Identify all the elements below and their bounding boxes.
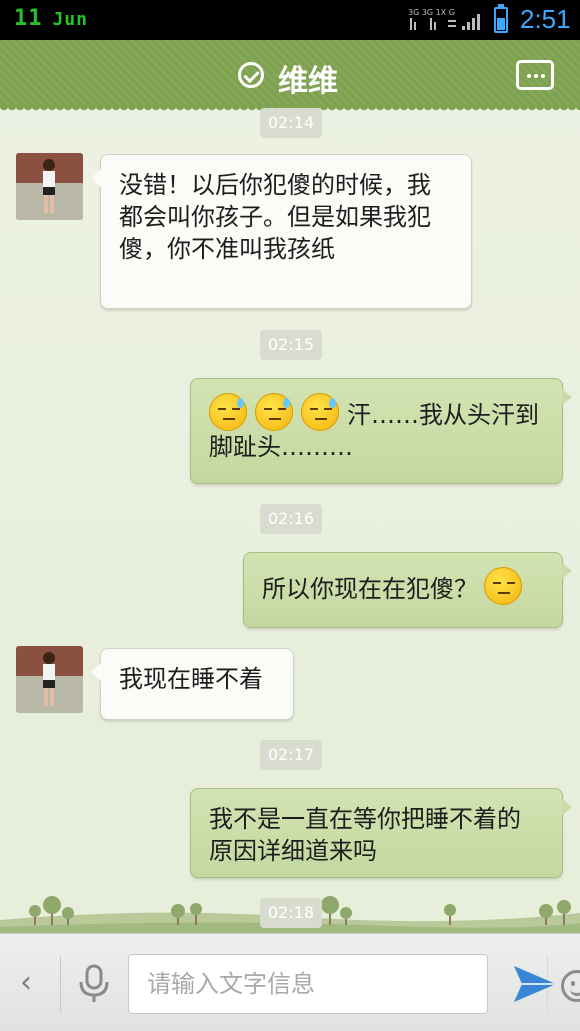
timestamp: 02:14 [260, 108, 323, 138]
microphone-icon[interactable] [78, 964, 110, 1004]
chat-screen: 11 Jun 3G 3G 1X G 2:51 维维 02:14 没错！以后你犯傻的… [0, 0, 580, 1031]
status-date: 11 Jun [14, 6, 89, 31]
contact-avatar[interactable] [16, 153, 83, 220]
timestamp: 02:16 [260, 504, 323, 534]
sweat-emoji-icon [301, 393, 339, 431]
message-text: 我现在睡不着 [119, 665, 263, 693]
message-field [128, 954, 580, 1014]
outgoing-message[interactable]: 汗……我从头汗到脚趾头……… [190, 378, 572, 484]
verified-check-icon [238, 62, 264, 88]
message-text: 我不是一直在等你把睡不着的原因详细道来吗 [209, 805, 521, 865]
chat-header: 维维 [0, 40, 580, 112]
battery-icon [494, 4, 508, 33]
sweat-emoji-icon [255, 393, 293, 431]
message-input-bar: ‹ [0, 933, 580, 1031]
network-signal-icon: 3G 3G 1X G [408, 8, 480, 30]
timestamp: 02:15 [260, 330, 323, 360]
giggle-emoji-icon [484, 567, 522, 605]
status-bar: 11 Jun 3G 3G 1X G 2:51 [0, 0, 580, 40]
more-options-button[interactable] [516, 60, 554, 90]
incoming-message[interactable]: 我现在睡不着 [91, 648, 294, 720]
divider [60, 956, 61, 1012]
send-button[interactable] [512, 962, 558, 1006]
timestamp: 02:17 [260, 740, 323, 770]
message-text: 所以你现在在犯傻？ [262, 575, 478, 603]
timestamp: 02:18 [260, 898, 323, 928]
contact-avatar[interactable] [16, 646, 83, 713]
contact-name: 维维 [278, 64, 338, 99]
svg-text:3G 3G 1X G: 3G 3G 1X G [408, 8, 455, 17]
outgoing-message[interactable]: 所以你现在在犯傻？ [243, 552, 572, 628]
status-time: 2:51 [520, 4, 571, 34]
message-input[interactable] [147, 967, 417, 1001]
message-text: 没错！以后你犯傻的时候，我都会叫你孩子。但是如果我犯傻，你不准叫我孩纸 [119, 171, 431, 263]
collapse-arrow-icon[interactable]: ‹ [20, 968, 32, 998]
emoji-picker-icon[interactable] [561, 970, 580, 1002]
sweat-emoji-icon [209, 393, 247, 431]
incoming-message[interactable]: 没错！以后你犯傻的时候，我都会叫你孩子。但是如果我犯傻，你不准叫我孩纸 [91, 154, 472, 309]
outgoing-message[interactable]: 我不是一直在等你把睡不着的原因详细道来吗 [190, 788, 572, 878]
